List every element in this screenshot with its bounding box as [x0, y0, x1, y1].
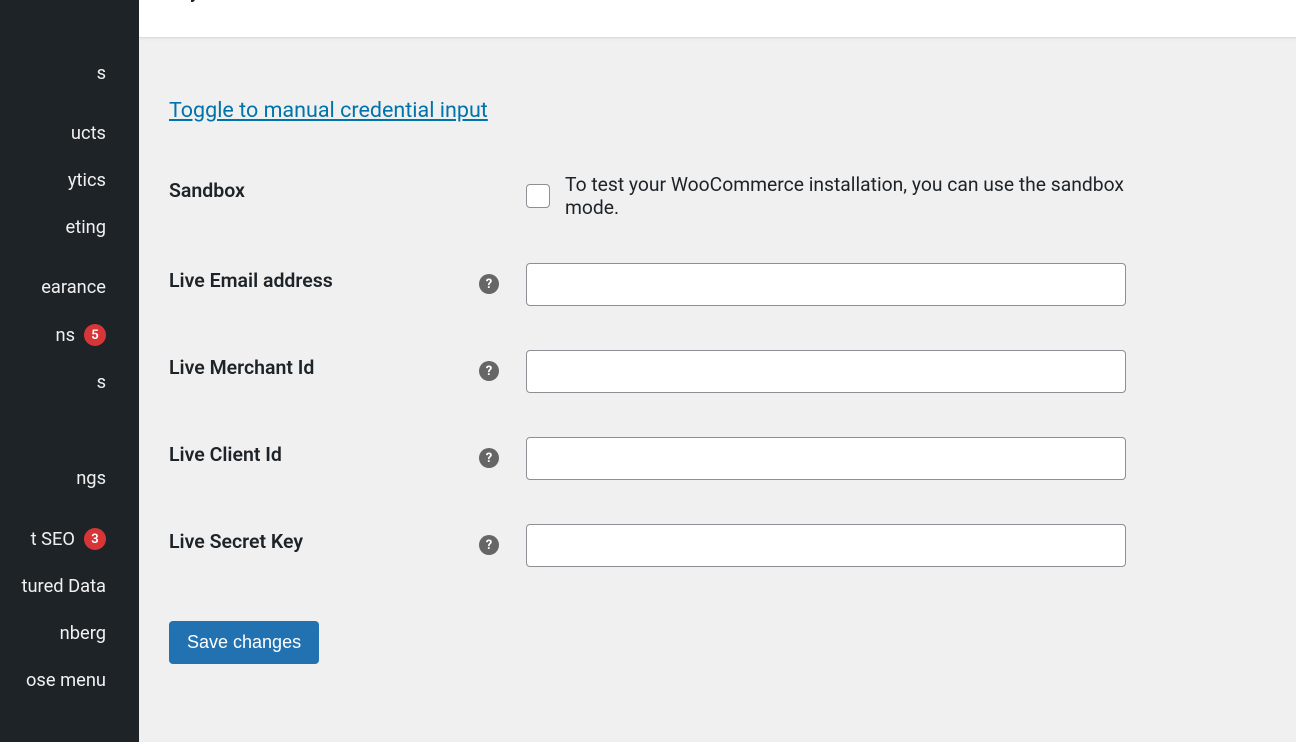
- sidebar-item-analytics[interactable]: ytics: [0, 157, 139, 204]
- sidebar-item-label: ucts: [71, 123, 106, 144]
- help-icon[interactable]: ?: [479, 535, 499, 555]
- live-client-input[interactable]: [526, 437, 1126, 480]
- top-bar: Payments: [139, 0, 1296, 38]
- live-merchant-row: Live Merchant Id ?: [169, 350, 1266, 393]
- page-title: Payments: [169, 0, 250, 3]
- sandbox-label: Sandbox: [169, 173, 479, 202]
- sidebar-item-settings[interactable]: ngs: [0, 455, 139, 502]
- live-secret-row: Live Secret Key ?: [169, 524, 1266, 567]
- live-email-input[interactable]: [526, 263, 1126, 306]
- sandbox-checkbox[interactable]: [526, 184, 550, 208]
- admin-sidebar: s ucts ytics eting earance ns 5 s ngs t …: [0, 0, 139, 742]
- content-area: Toggle to manual credential input Sandbo…: [139, 38, 1296, 694]
- live-client-label: Live Client Id: [169, 437, 479, 466]
- plugins-badge: 5: [84, 324, 106, 346]
- sidebar-item-plugins[interactable]: ns 5: [0, 311, 139, 359]
- live-merchant-input[interactable]: [526, 350, 1126, 393]
- sidebar-item-label: ose menu: [26, 670, 106, 691]
- sidebar-item-label: nberg: [60, 623, 106, 644]
- sidebar-item-label: s: [97, 372, 106, 393]
- sidebar-item-appearance[interactable]: earance: [0, 264, 139, 311]
- sidebar-item-collapse-menu[interactable]: ose menu: [0, 657, 139, 704]
- sidebar-item-label: ns: [55, 325, 75, 346]
- sidebar-item-label: t SEO: [31, 529, 75, 550]
- sidebar-item-label: s: [97, 63, 106, 84]
- live-client-row: Live Client Id ?: [169, 437, 1266, 480]
- help-icon[interactable]: ?: [479, 361, 499, 381]
- sandbox-row: Sandbox To test your WooCommerce install…: [169, 173, 1266, 219]
- seo-badge: 3: [84, 528, 106, 550]
- sidebar-item-label: eting: [66, 217, 106, 238]
- settings-form: Sandbox To test your WooCommerce install…: [169, 173, 1266, 664]
- live-secret-input[interactable]: [526, 524, 1126, 567]
- sidebar-item-users[interactable]: s: [0, 359, 139, 406]
- sidebar-item-label: earance: [41, 277, 106, 298]
- live-email-label: Live Email address: [169, 263, 479, 292]
- live-email-row: Live Email address ?: [169, 263, 1266, 306]
- help-icon[interactable]: ?: [479, 448, 499, 468]
- sidebar-item-gutenberg[interactable]: nberg: [0, 610, 139, 657]
- sidebar-item-label: ytics: [68, 170, 106, 191]
- live-merchant-label: Live Merchant Id: [169, 350, 479, 379]
- sidebar-item-seo[interactable]: t SEO 3: [0, 515, 139, 563]
- sandbox-description: To test your WooCommerce installation, y…: [565, 173, 1126, 219]
- live-secret-label: Live Secret Key: [169, 524, 479, 553]
- main-content: Payments Toggle to manual credential inp…: [139, 0, 1296, 742]
- help-icon[interactable]: ?: [479, 274, 499, 294]
- save-button[interactable]: Save changes: [169, 621, 319, 664]
- sidebar-item-0[interactable]: s: [0, 50, 139, 97]
- sidebar-item-structured-data[interactable]: tured Data: [0, 563, 139, 610]
- sidebar-item-products[interactable]: ucts: [0, 110, 139, 157]
- sidebar-item-marketing[interactable]: eting: [0, 204, 139, 251]
- toggle-credential-link[interactable]: Toggle to manual credential input: [169, 98, 488, 123]
- sidebar-item-label: ngs: [76, 468, 106, 489]
- sidebar-item-label: tured Data: [22, 576, 107, 597]
